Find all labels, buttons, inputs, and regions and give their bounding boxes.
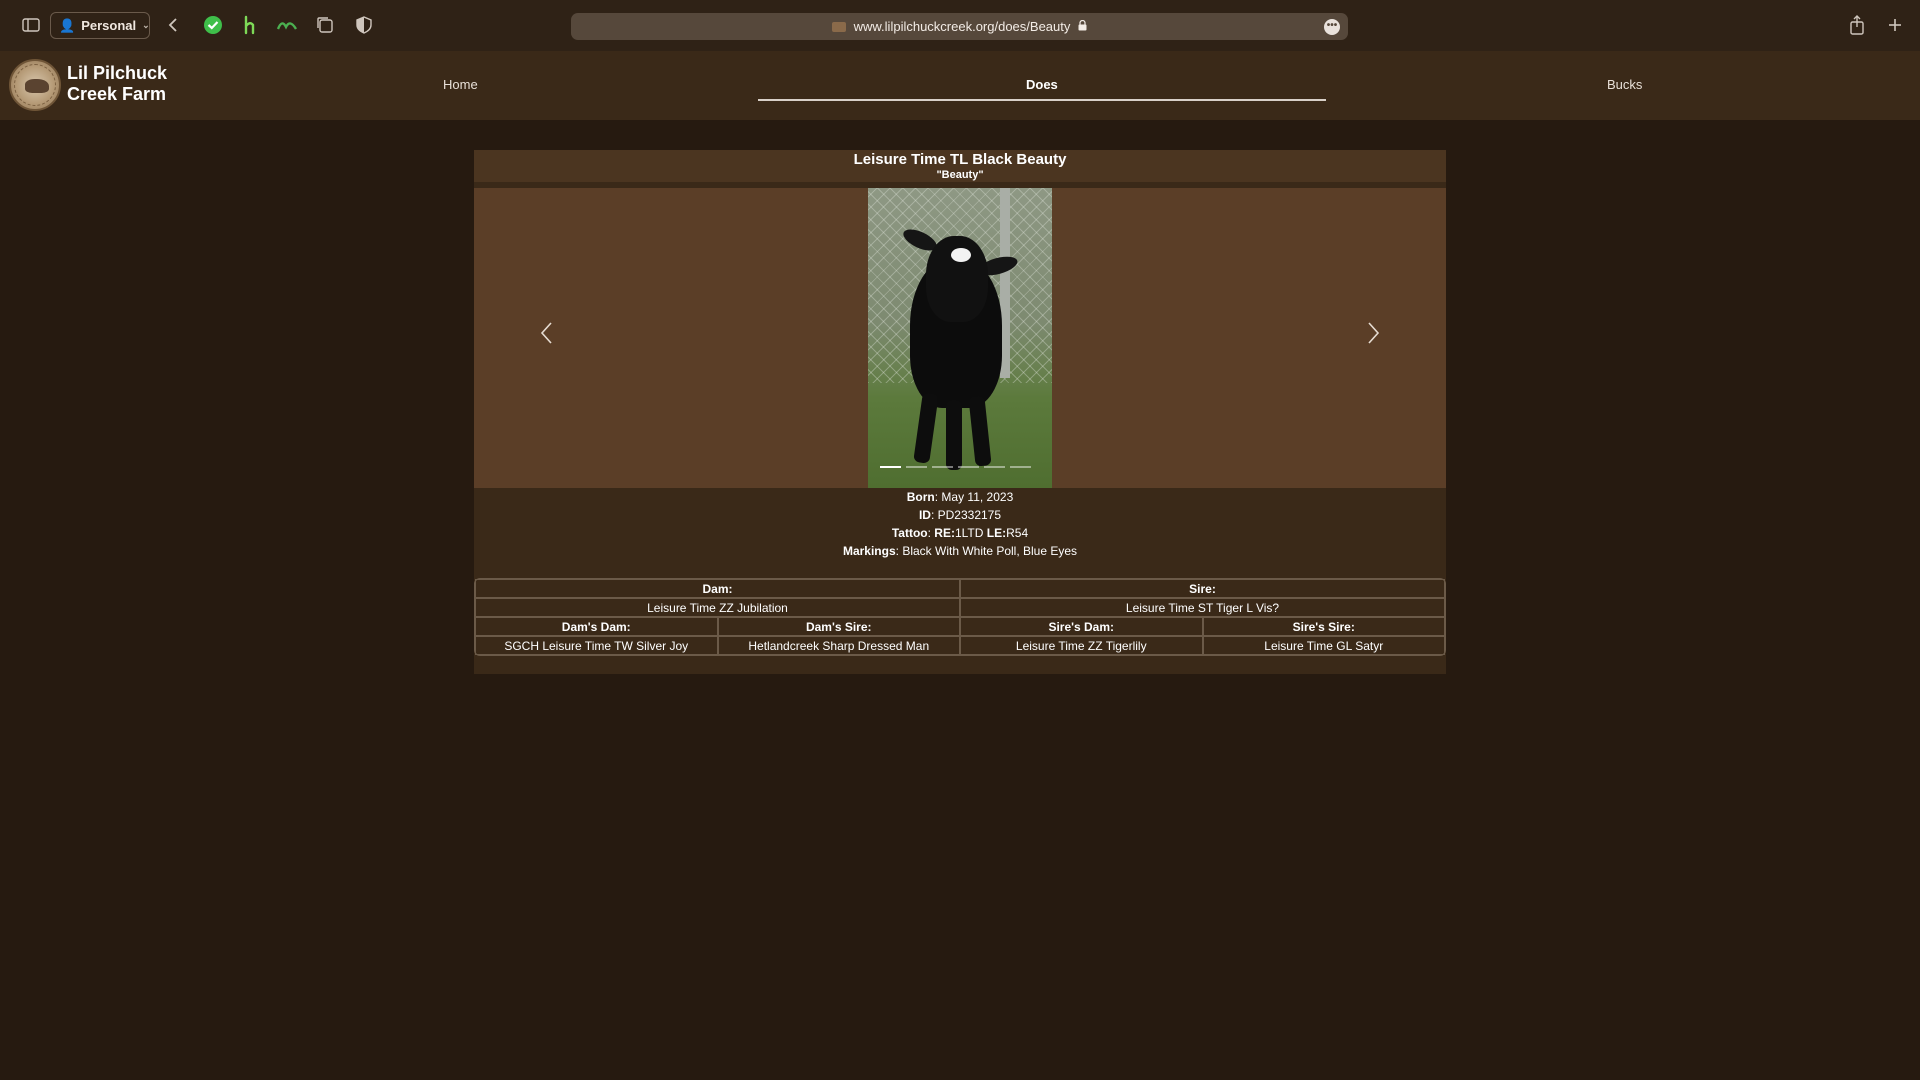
id-value: PD2332175 [937, 508, 1002, 522]
extension-leaf-icon[interactable] [274, 12, 300, 38]
table-row: Dam's Dam: Dam's Sire: Sire's Dam: Sire'… [475, 617, 1445, 636]
extension-check-icon[interactable] [201, 12, 225, 38]
nav-home[interactable]: Home [443, 77, 478, 92]
dam-value: Leisure Time ZZ Jubilation [475, 598, 960, 617]
new-tab-icon[interactable] [1883, 12, 1907, 38]
sires-sire-value: Leisure Time GL Satyr [1202, 636, 1445, 655]
sires-sire-header: Sire's Sire: [1202, 617, 1445, 636]
sire-value: Leisure Time ST Tiger L Vis? [960, 598, 1445, 617]
born-value: May 11, 2023 [941, 490, 1014, 504]
carousel-next-button[interactable] [1358, 313, 1388, 353]
markings-row: Markings: Black With White Poll, Blue Ey… [842, 544, 1078, 558]
back-icon[interactable] [163, 12, 183, 38]
carousel-indicator[interactable] [932, 466, 953, 468]
carousel-indicator[interactable] [906, 466, 927, 468]
sires-dam-value: Leisure Time ZZ Tigerlily [960, 636, 1203, 655]
chevron-right-icon [1368, 322, 1380, 344]
table-row: Leisure Time ZZ Jubilation Leisure Time … [475, 598, 1445, 617]
tattoo-le-value: R54 [1006, 526, 1029, 540]
goat-nickname: "Beauty" [936, 169, 984, 181]
chevron-left-icon [540, 322, 552, 344]
privacy-shield-icon[interactable] [352, 12, 376, 38]
sidebar-toggle-icon[interactable] [20, 12, 42, 38]
site-name[interactable]: Lil Pilchuck Creek Farm [67, 63, 187, 105]
chevron-down-icon: ⌄ [142, 20, 150, 30]
markings-label: Markings [842, 544, 896, 558]
sire-header: Sire: [960, 579, 1445, 598]
extension-h-icon[interactable] [238, 12, 262, 38]
dam-header: Dam: [475, 579, 960, 598]
tabs-overview-icon[interactable] [313, 12, 337, 38]
table-row: SGCH Leisure Time TW Silver Joy Hetlandc… [475, 636, 1445, 655]
born-row: Born: May 11, 2023 [906, 490, 1014, 504]
carousel-indicator[interactable] [1010, 466, 1031, 468]
active-nav-indicator [758, 99, 1326, 101]
carousel-indicator[interactable] [958, 466, 979, 468]
nav-bucks[interactable]: Bucks [1607, 77, 1642, 92]
carousel-indicators [880, 466, 1031, 468]
dams-dam-value: SGCH Leisure Time TW Silver Joy [475, 636, 718, 655]
page-menu-button[interactable]: ••• [1324, 19, 1340, 35]
address-bar[interactable]: www.lilpilchuckcreek.org/does/Beauty ••• [571, 13, 1348, 40]
table-row: Dam: Sire: [475, 579, 1445, 598]
tattoo-re-label: RE: [934, 526, 955, 540]
tattoo-row: Tattoo: RE:1LTD LE:R54 [891, 526, 1029, 540]
carousel-indicator[interactable] [984, 466, 1005, 468]
url-text: www.lilpilchuckcreek.org/does/Beauty [853, 19, 1071, 34]
lock-icon [1078, 19, 1087, 34]
id-row: ID: PD2332175 [918, 508, 1002, 522]
person-icon: 👤 [59, 17, 76, 33]
profile-selector[interactable]: 👤 Personal ⌄ [50, 12, 150, 39]
markings-value: Black With White Poll, Blue Eyes [902, 544, 1078, 558]
born-label: Born [906, 490, 935, 504]
tattoo-re-value: 1LTD [954, 526, 984, 540]
goat-name: Leisure Time TL Black Beauty [853, 151, 1067, 168]
pedigree-table: Dam: Sire: Leisure Time ZZ Jubilation Le… [474, 578, 1446, 656]
site-header: Lil Pilchuck Creek Farm Home Does Bucks [0, 51, 1920, 120]
sires-dam-header: Sire's Dam: [960, 617, 1203, 636]
id-label: ID [918, 508, 931, 522]
dams-sire-value: Hetlandcreek Sharp Dressed Man [717, 636, 960, 655]
tattoo-le-label: LE: [986, 526, 1007, 540]
goat-title: Leisure Time TL Black Beauty "Beauty" [474, 150, 1446, 182]
tattoo-label: Tattoo [891, 526, 928, 540]
site-favicon-icon [831, 21, 846, 32]
browser-toolbar: 👤 Personal ⌄ www.lilpilchuckcreek.org/do… [0, 0, 1920, 51]
goat-profile-card: Leisure Time TL Black Beauty "Beauty" Bo… [474, 150, 1446, 674]
farm-logo[interactable] [9, 59, 61, 111]
share-icon[interactable] [1845, 12, 1869, 38]
dams-dam-header: Dam's Dam: [475, 617, 718, 636]
carousel-prev-button[interactable] [532, 313, 562, 353]
carousel-indicator[interactable] [880, 466, 901, 468]
dams-sire-header: Dam's Sire: [717, 617, 960, 636]
goat-photo [868, 188, 1052, 488]
profile-label: Personal [81, 18, 137, 33]
photo-carousel [474, 188, 1446, 488]
nav-does[interactable]: Does [1026, 77, 1058, 92]
goat-details: Born: May 11, 2023 ID: PD2332175 Tattoo:… [474, 488, 1446, 560]
